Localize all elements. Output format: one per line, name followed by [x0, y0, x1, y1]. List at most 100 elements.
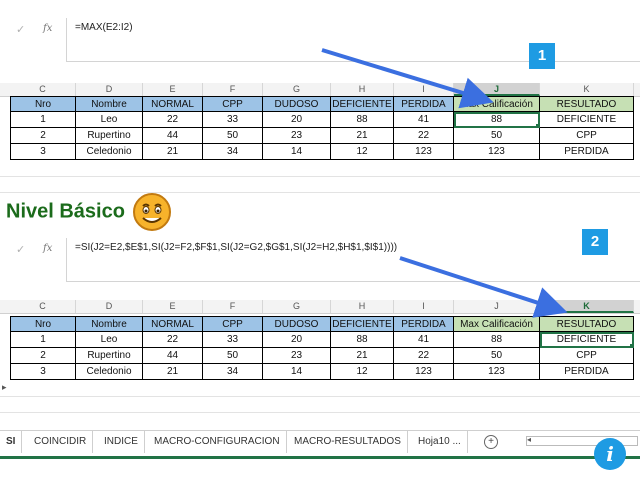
table-cell[interactable]: PERDIDA	[540, 144, 634, 160]
table-cell[interactable]: 22	[143, 112, 203, 128]
table-cell[interactable]: 14	[263, 144, 331, 160]
column-header-j[interactable]: J	[454, 300, 540, 313]
table-cell[interactable]: 88	[454, 332, 540, 348]
table-cell[interactable]: 20	[263, 332, 331, 348]
insert-function-icon[interactable]: fx	[43, 243, 52, 254]
sheet-tab[interactable]: Hoja10 ...	[412, 431, 468, 453]
column-header-i[interactable]: I	[394, 83, 454, 96]
table-cell[interactable]: DEFICIENTE	[540, 332, 634, 348]
table-cell[interactable]: 44	[143, 348, 203, 364]
sheet-tab[interactable]: MACRO-CONFIGURACION	[148, 431, 287, 453]
table-cell[interactable]: 22	[143, 332, 203, 348]
table-cell[interactable]: 20	[263, 112, 331, 128]
table-cell[interactable]: 12	[331, 144, 394, 160]
insert-function-icon[interactable]: fx	[43, 23, 52, 34]
header-cell-col-d[interactable]: Nombre	[76, 96, 143, 112]
header-cell-col-i[interactable]: PERDIDA	[394, 316, 454, 332]
header-cell-col-f[interactable]: CPP	[203, 316, 263, 332]
column-header-j[interactable]: J	[454, 83, 540, 96]
header-cell-col-j[interactable]: Max Calificación	[454, 96, 540, 112]
table-cell[interactable]: 123	[454, 144, 540, 160]
column-header-c[interactable]: C	[10, 83, 76, 96]
header-cell-col-c[interactable]: Nro	[10, 316, 76, 332]
header-cell-col-e[interactable]: NORMAL	[143, 96, 203, 112]
table-cell[interactable]: 21	[143, 364, 203, 380]
header-cell-col-k[interactable]: RESULTADO	[540, 316, 634, 332]
table-cell[interactable]: 3	[10, 144, 76, 160]
table-cell[interactable]: 12	[331, 364, 394, 380]
header-cell-col-f[interactable]: CPP	[203, 96, 263, 112]
table-cell[interactable]: 34	[203, 144, 263, 160]
formula-input[interactable]: =SI(J2=E2,$E$1,SI(J2=F2,$F$1,SI(J2=G2,$G…	[66, 238, 640, 282]
table-cell[interactable]: 88	[331, 112, 394, 128]
table-cell[interactable]: 23	[263, 348, 331, 364]
table-cell[interactable]: CPP	[540, 348, 634, 364]
table-cell[interactable]: Celedonio	[76, 144, 143, 160]
table-cell[interactable]: Rupertino	[76, 128, 143, 144]
column-header-e[interactable]: E	[143, 83, 203, 96]
cancel-icon[interactable]: ✓	[16, 23, 25, 36]
column-header-h[interactable]: H	[331, 300, 394, 313]
table-cell[interactable]: 50	[454, 128, 540, 144]
table-cell[interactable]: 22	[394, 348, 454, 364]
table-cell[interactable]: 41	[394, 112, 454, 128]
column-header-d[interactable]: D	[76, 300, 143, 313]
header-cell-col-g[interactable]: DUDOSO	[263, 316, 331, 332]
table-cell[interactable]: 123	[394, 364, 454, 380]
sheet-tab-si[interactable]: SI	[0, 431, 23, 453]
header-cell-col-e[interactable]: NORMAL	[143, 316, 203, 332]
sheet-tab[interactable]: COINCIDIR	[28, 431, 94, 453]
table-cell[interactable]: 14	[263, 364, 331, 380]
table-cell[interactable]: 21	[331, 348, 394, 364]
column-header-f[interactable]: F	[203, 300, 263, 313]
table-cell[interactable]: 50	[454, 348, 540, 364]
table-cell[interactable]: 1	[10, 332, 76, 348]
table-cell[interactable]: 23	[263, 128, 331, 144]
sheet-tab[interactable]: MACRO-RESULTADOS	[288, 431, 408, 453]
table-cell[interactable]: 50	[203, 348, 263, 364]
table-cell[interactable]: Leo	[76, 112, 143, 128]
column-header-g[interactable]: G	[263, 300, 331, 313]
table-cell[interactable]: 34	[203, 364, 263, 380]
column-header-h[interactable]: H	[331, 83, 394, 96]
table-cell[interactable]: 1	[10, 112, 76, 128]
table-cell[interactable]: 21	[143, 144, 203, 160]
header-cell-col-j[interactable]: Max Calificación	[454, 316, 540, 332]
table-cell[interactable]: 33	[203, 332, 263, 348]
header-cell-col-h[interactable]: DEFICIENTE	[331, 96, 394, 112]
column-header-k[interactable]: K	[540, 300, 634, 313]
column-header-i[interactable]: I	[394, 300, 454, 313]
table-cell[interactable]: 33	[203, 112, 263, 128]
table-cell[interactable]: Celedonio	[76, 364, 143, 380]
table-cell[interactable]: 2	[10, 348, 76, 364]
table-cell[interactable]: 44	[143, 128, 203, 144]
table-cell[interactable]: 2	[10, 128, 76, 144]
table-cell[interactable]: 50	[203, 128, 263, 144]
table-cell[interactable]: 123	[454, 364, 540, 380]
sheet-tab[interactable]: INDICE	[98, 431, 145, 453]
table-cell[interactable]: 21	[331, 128, 394, 144]
table-cell[interactable]: Leo	[76, 332, 143, 348]
table-cell[interactable]: 41	[394, 332, 454, 348]
column-header-g[interactable]: G	[263, 83, 331, 96]
header-cell-col-d[interactable]: Nombre	[76, 316, 143, 332]
table-cell[interactable]: CPP	[540, 128, 634, 144]
table-cell[interactable]: PERDIDA	[540, 364, 634, 380]
column-header-c[interactable]: C	[10, 300, 76, 313]
scroll-left-icon[interactable]: ◂	[527, 435, 531, 444]
column-header-k[interactable]: K	[540, 83, 634, 96]
table-cell[interactable]: 88	[331, 332, 394, 348]
column-header-d[interactable]: D	[76, 83, 143, 96]
header-cell-col-h[interactable]: DEFICIENTE	[331, 316, 394, 332]
table-cell[interactable]: DEFICIENTE	[540, 112, 634, 128]
table-cell[interactable]: 3	[10, 364, 76, 380]
table-cell[interactable]: Rupertino	[76, 348, 143, 364]
header-cell-col-c[interactable]: Nro	[10, 96, 76, 112]
cancel-icon[interactable]: ✓	[16, 243, 25, 256]
column-header-f[interactable]: F	[203, 83, 263, 96]
table-cell[interactable]: 123	[394, 144, 454, 160]
column-header-e[interactable]: E	[143, 300, 203, 313]
header-cell-col-k[interactable]: RESULTADO	[540, 96, 634, 112]
table-cell[interactable]: 88	[454, 112, 540, 128]
header-cell-col-i[interactable]: PERDIDA	[394, 96, 454, 112]
